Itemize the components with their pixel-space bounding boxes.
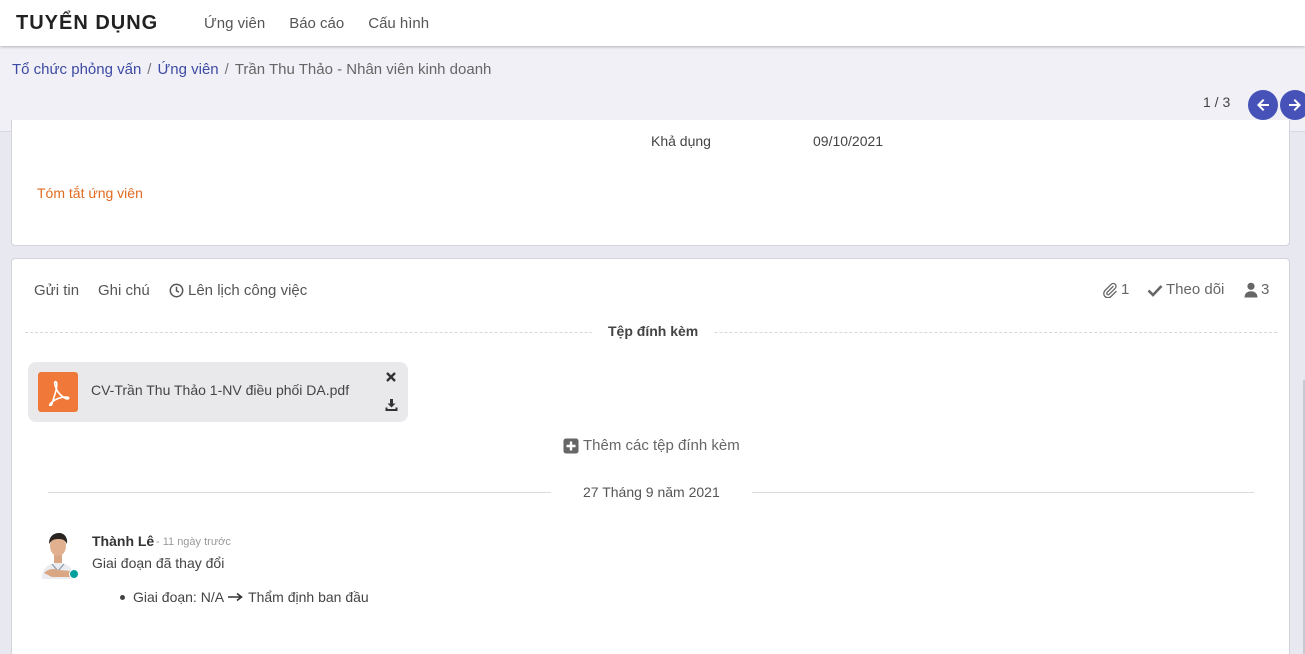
follower-count: 3 (1261, 281, 1270, 298)
date-divider-right (752, 492, 1254, 493)
message-time: - 11 ngày trước (156, 536, 231, 548)
clock-icon (169, 283, 184, 298)
tracking-field: Giai đoạn: (133, 589, 197, 605)
paperclip-icon (1103, 282, 1117, 298)
candidate-summary-tab[interactable]: Tóm tắt ứng viên (37, 185, 143, 201)
chatter-panel: Gửi tin Ghi chú Lên lịch công việc 1 The… (11, 258, 1290, 654)
menu-item-configuration[interactable]: Cấu hình (368, 15, 429, 32)
attachment-download-button[interactable] (385, 398, 398, 414)
date-divider-left (48, 492, 551, 493)
tracking-value-item: Giai đoạn: N/A Thẩm định ban đầu (120, 589, 369, 605)
availability-label: Khả dụng (651, 133, 711, 149)
log-note-label: Ghi chú (98, 282, 150, 299)
plus-square-icon (563, 438, 579, 453)
check-icon (1147, 284, 1163, 297)
pager-value[interactable]: 1 / 3 (1203, 94, 1230, 110)
message-author[interactable]: Thành Lê (92, 533, 154, 549)
followers-button[interactable]: 3 (1244, 281, 1269, 298)
follow-button[interactable]: Theo dõi (1147, 281, 1224, 298)
follow-label: Theo dõi (1166, 281, 1225, 298)
add-attachments-button[interactable]: Thêm các tệp đính kèm (563, 437, 740, 454)
app-brand[interactable]: TUYỂN DỤNG (16, 12, 204, 35)
close-icon (386, 372, 396, 382)
form-sheet: Khả dụng 09/10/2021 Tóm tắt ứng viên (11, 120, 1290, 246)
breadcrumb-candidates[interactable]: Ứng viên (157, 61, 218, 78)
attachment-count: 1 (1121, 281, 1130, 298)
bullet (120, 594, 125, 600)
date-separator: 27 Tháng 9 năm 2021 (583, 484, 720, 500)
send-message-button[interactable]: Gửi tin (34, 282, 79, 299)
pager-previous-button[interactable] (1248, 90, 1278, 120)
schedule-activity-button[interactable]: Lên lịch công việc (169, 282, 307, 299)
tracking-new-value: Thẩm định ban đầu (248, 589, 369, 605)
menu-item-reports[interactable]: Báo cáo (289, 15, 344, 32)
download-icon (385, 399, 398, 411)
pager-next-button[interactable] (1280, 90, 1305, 120)
add-attachments-label: Thêm các tệp đính kèm (583, 437, 740, 454)
breadcrumb-separator: / (224, 61, 229, 78)
breadcrumb-current: Trần Thu Thảo - Nhân viên kinh doanh (234, 61, 492, 78)
attachments-count-button[interactable]: 1 (1102, 281, 1129, 298)
breadcrumb: Tổ chức phỏng vấn / Ứng viên / Trần Thu Thảo… (12, 61, 491, 78)
log-note-button[interactable]: Ghi chú (98, 282, 150, 299)
availability-field[interactable]: 09/10/2021 (813, 133, 883, 149)
tracking-old-value: N/A (200, 589, 225, 605)
message-body: Giai đoạn đã thay đổi (92, 555, 225, 571)
arrow-right-icon (228, 592, 243, 602)
breadcrumb-interview[interactable]: Tổ chức phỏng vấn (12, 61, 141, 78)
user-icon (1244, 282, 1258, 297)
breadcrumb-separator: / (147, 61, 152, 78)
menu-item-candidates[interactable]: Ứng viên (204, 15, 265, 32)
attachments-title: Tệp đính kèm (592, 323, 715, 339)
attachment-filename[interactable]: CV-Trần Thu Thảo 1-NV điều phối DA.pdf (91, 382, 349, 398)
pdf-icon (38, 372, 78, 412)
top-navbar: TUYỂN DỤNG Ứng viên Báo cáo Cấu hình (0, 0, 1305, 46)
attachment-card[interactable]: CV-Trần Thu Thảo 1-NV điều phối DA.pdf (28, 362, 408, 422)
send-message-label: Gửi tin (34, 282, 80, 299)
attachment-delete-button[interactable] (385, 370, 397, 386)
arrow-left-icon (1257, 99, 1269, 111)
arrow-right-icon (1289, 99, 1301, 111)
schedule-activity-label: Lên lịch công việc (188, 282, 308, 299)
online-status-dot (69, 569, 79, 579)
